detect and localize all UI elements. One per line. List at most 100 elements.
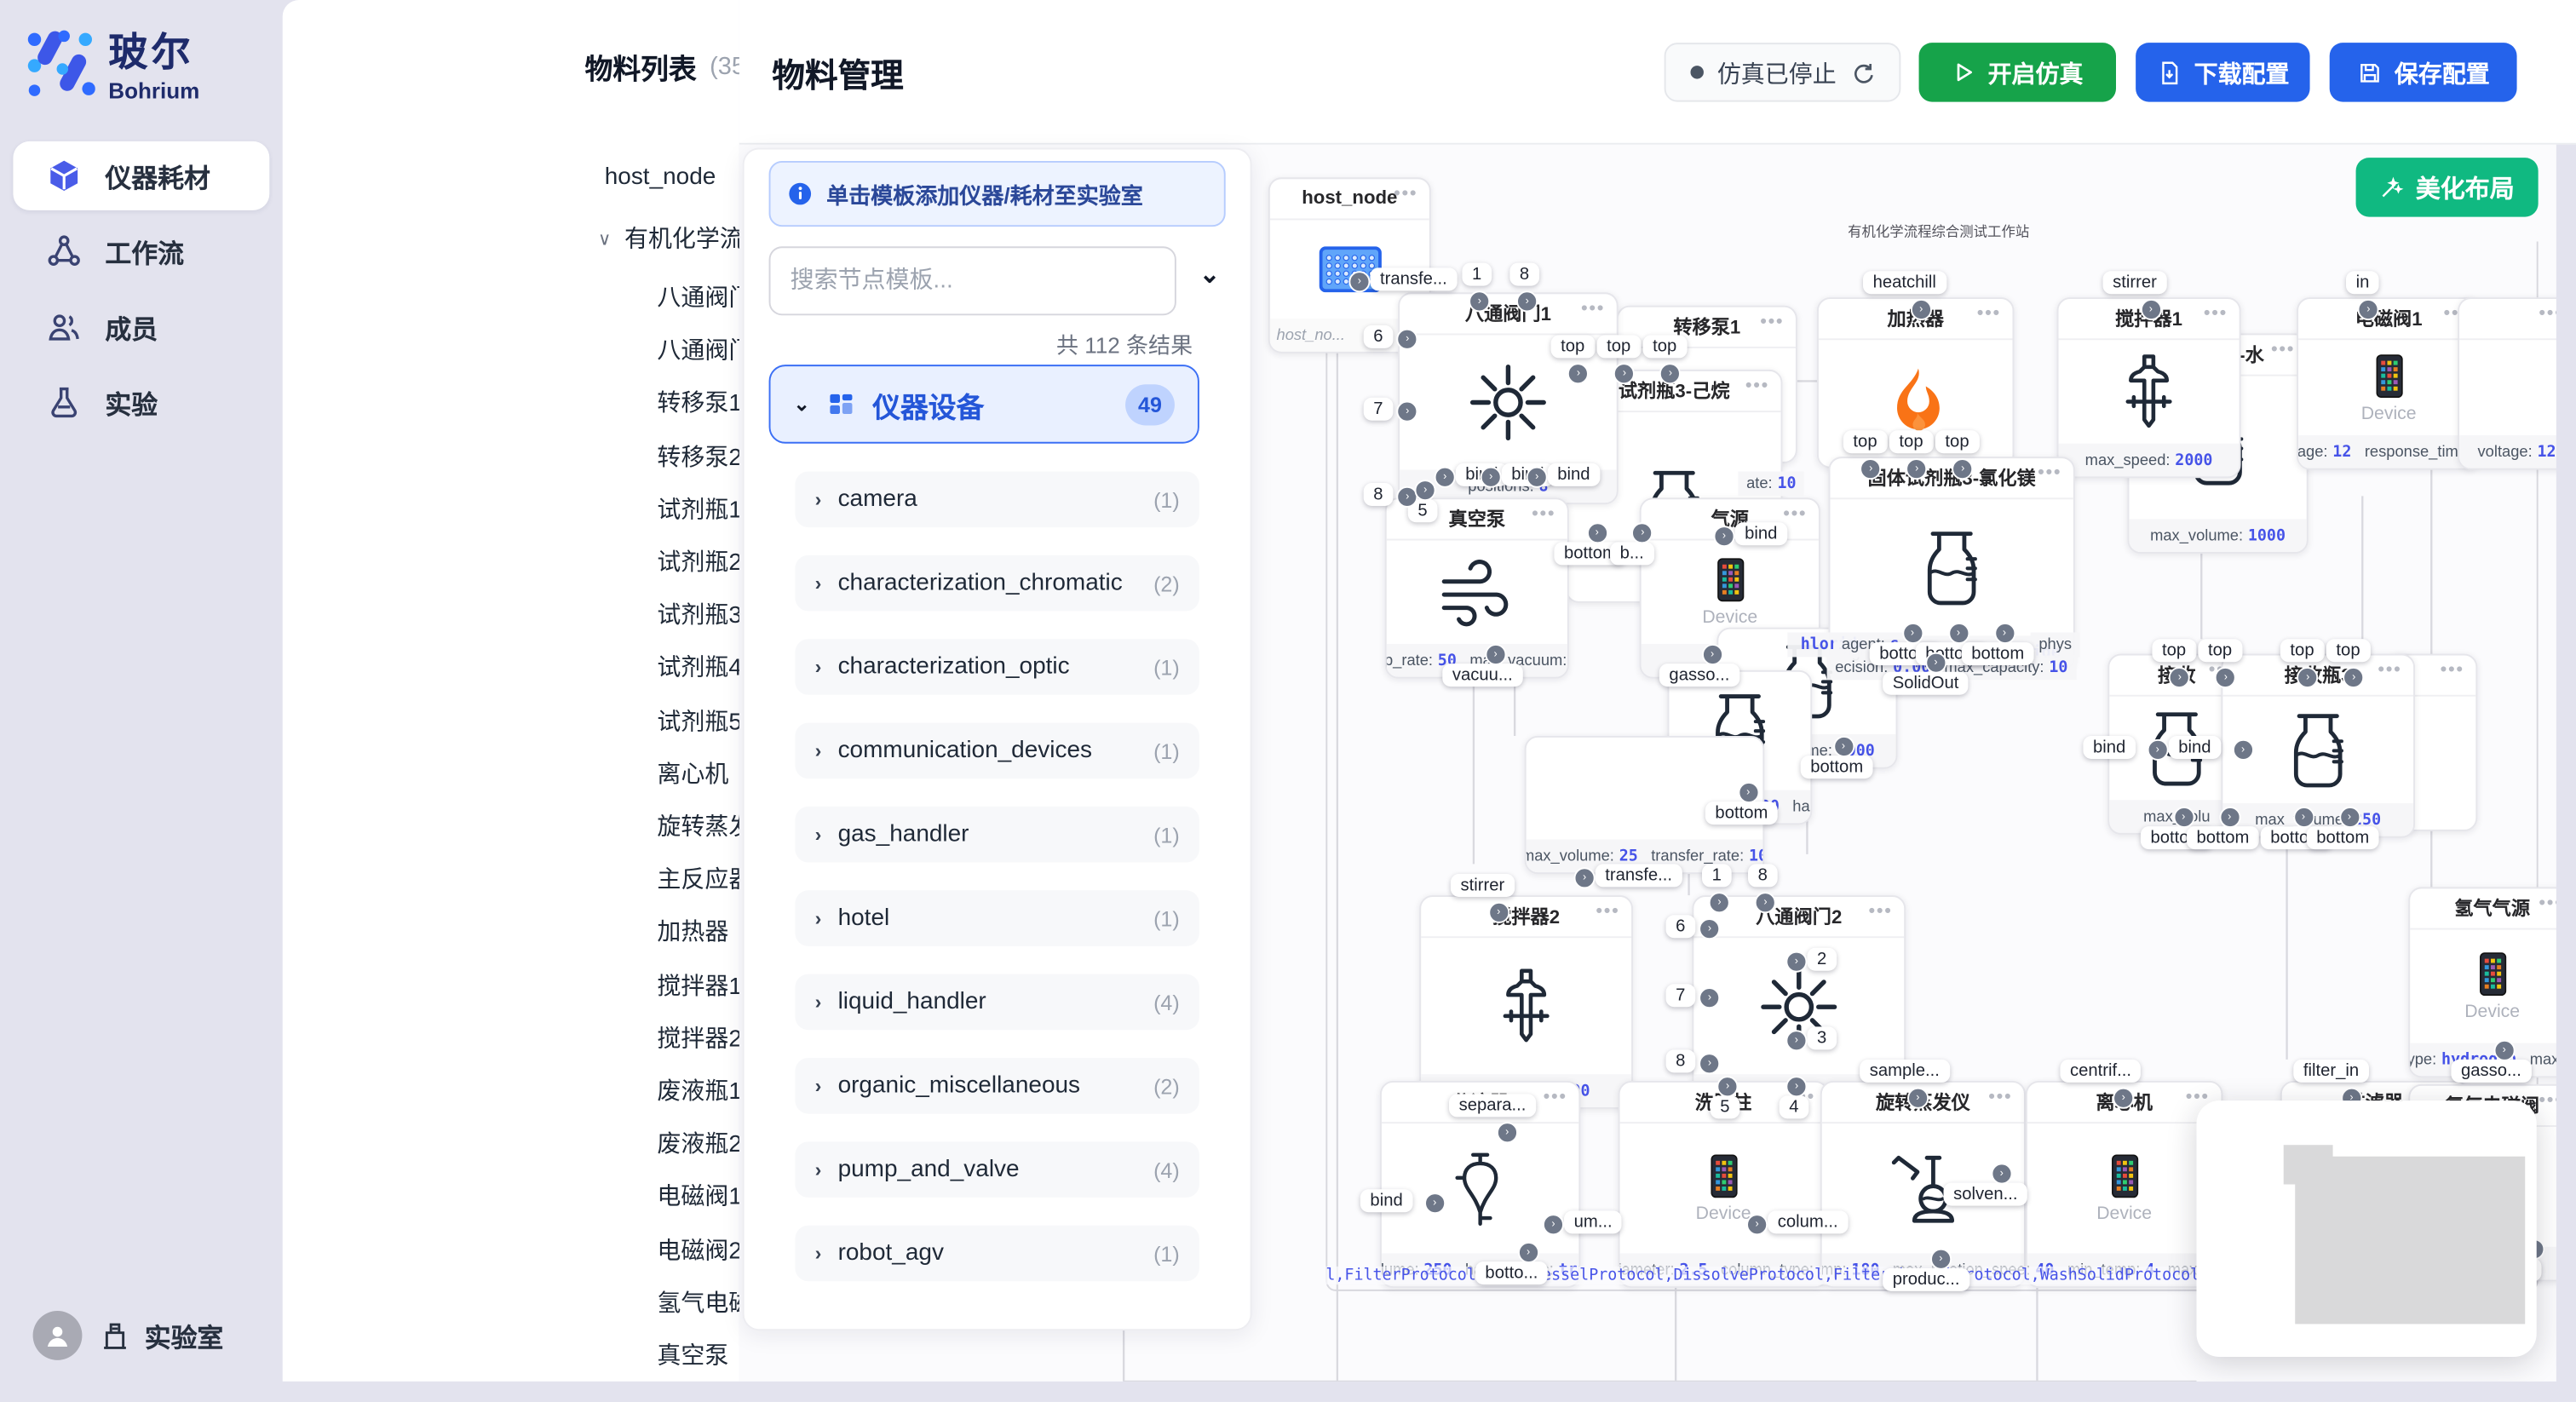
port-handle-icon[interactable]: › bbox=[1709, 892, 1730, 913]
tree-item[interactable]: 转移泵2 bbox=[657, 438, 741, 473]
node-menu-icon[interactable]: ••• bbox=[2271, 340, 2295, 359]
port-4[interactable]: 4 bbox=[1780, 1095, 1808, 1118]
port-gasso[interactable]: gasso... bbox=[2451, 1060, 2531, 1083]
port-transfe[interactable]: transfe... bbox=[1596, 864, 1682, 887]
node-menu-icon[interactable]: ••• bbox=[1977, 304, 2001, 324]
port-3[interactable]: 3 bbox=[1807, 1026, 1836, 1049]
port-centrif[interactable]: centrif... bbox=[2060, 1060, 2141, 1083]
chevron-down-icon[interactable]: ⌄ bbox=[1199, 260, 1220, 290]
save-config-button[interactable]: 保存配置 bbox=[2330, 43, 2517, 101]
node-menu-icon[interactable]: ••• bbox=[1394, 184, 1417, 204]
tree-item[interactable]: 转移泵1 bbox=[657, 385, 741, 419]
port-stirrer[interactable]: stirrer bbox=[2103, 271, 2167, 294]
port-top[interactable]: top bbox=[1643, 335, 1687, 358]
node-menu-icon[interactable]: ••• bbox=[1532, 504, 1555, 524]
node-menu-icon[interactable]: ••• bbox=[1596, 902, 1619, 922]
port-bottom[interactable]: bottom bbox=[1962, 642, 2034, 665]
port-top[interactable]: top bbox=[1889, 430, 1933, 453]
tree-item[interactable]: 离心机 bbox=[657, 756, 728, 790]
port-separa[interactable]: separa... bbox=[1449, 1094, 1536, 1117]
port-handle-icon[interactable]: › bbox=[1574, 867, 1596, 888]
node-menu-icon[interactable]: ••• bbox=[1760, 312, 1784, 331]
tree-item[interactable]: 加热器 bbox=[657, 914, 728, 948]
port-handle-icon[interactable]: › bbox=[1994, 623, 2015, 644]
port-produc[interactable]: produc... bbox=[1883, 1268, 1969, 1291]
port-top[interactable]: top bbox=[1551, 335, 1595, 358]
port-1[interactable]: 1 bbox=[1702, 864, 1731, 887]
sidebar-footer[interactable]: 实验室 bbox=[0, 1298, 283, 1374]
node-menu-icon[interactable]: ••• bbox=[2204, 304, 2228, 324]
sim-status-badge[interactable]: 仿真已停止 bbox=[1665, 43, 1901, 101]
sidebar-item-workflow[interactable]: 工作流 bbox=[13, 217, 269, 286]
node-真空泵[interactable]: 真空泵•••pump_rate:50max_vacuum:0.1 bbox=[1385, 497, 1569, 678]
port-7[interactable]: 7 bbox=[1364, 398, 1393, 421]
template-category-camera[interactable]: ›camera(1) bbox=[795, 471, 1199, 527]
port-heatchill[interactable]: heatchill bbox=[1863, 271, 1946, 294]
port-7[interactable]: 7 bbox=[1666, 984, 1695, 1007]
port-handle-icon[interactable]: › bbox=[1435, 467, 1456, 488]
port-top[interactable]: top bbox=[2280, 639, 2324, 662]
sidebar-item-experiments[interactable]: 实验 bbox=[13, 368, 269, 437]
port-top[interactable]: top bbox=[1843, 430, 1887, 453]
port-5[interactable]: 5 bbox=[1711, 1095, 1739, 1118]
port-top[interactable]: top bbox=[2326, 639, 2370, 662]
start-simulation-button[interactable]: 开启仿真 bbox=[1919, 43, 2116, 101]
port-handle-icon[interactable]: › bbox=[1497, 1122, 1518, 1143]
port-bind[interactable]: bind bbox=[1735, 522, 1787, 545]
port-handle-icon[interactable]: › bbox=[1527, 467, 1548, 488]
port-handle-icon[interactable]: › bbox=[1785, 1030, 1807, 1051]
port-handle-icon[interactable]: › bbox=[1738, 782, 1759, 803]
port-handle-icon[interactable]: › bbox=[1348, 271, 1370, 292]
port-SolidOut[interactable]: SolidOut bbox=[1883, 672, 1969, 695]
port-handle-icon[interactable]: › bbox=[1785, 951, 1807, 973]
template-category-communication_devices[interactable]: ›communication_devices(1) bbox=[795, 723, 1199, 779]
port-handle-icon[interactable]: › bbox=[2293, 807, 2314, 828]
port-8[interactable]: 8 bbox=[1364, 483, 1393, 506]
port-handle-icon[interactable]: › bbox=[1485, 644, 1506, 665]
port-top[interactable]: top bbox=[2152, 639, 2195, 662]
port-handle-icon[interactable]: › bbox=[2113, 1088, 2134, 1109]
port-8[interactable]: 8 bbox=[1748, 864, 1777, 887]
port-handle-icon[interactable]: › bbox=[2233, 739, 2254, 761]
port-2[interactable]: 2 bbox=[1807, 948, 1836, 971]
template-category-robot_agv[interactable]: ›robot_agv(1) bbox=[795, 1226, 1199, 1282]
port-bind[interactable]: bind bbox=[1360, 1189, 1412, 1212]
node-menu-icon[interactable]: ••• bbox=[2378, 660, 2401, 680]
port-handle-icon[interactable]: › bbox=[1702, 644, 1723, 665]
port-handle-icon[interactable]: › bbox=[1717, 1076, 1739, 1097]
port-b[interactable]: b... bbox=[1610, 542, 1653, 565]
port-6[interactable]: 6 bbox=[1666, 915, 1695, 938]
port-bind[interactable]: bind bbox=[2169, 736, 2221, 759]
port-handle-icon[interactable]: › bbox=[1907, 1088, 1929, 1109]
node-menu-icon[interactable]: ••• bbox=[2038, 463, 2061, 483]
port-transfe[interactable]: transfe... bbox=[1370, 267, 1457, 290]
port-bottom[interactable]: bottom bbox=[2187, 826, 2259, 849]
search-input[interactable] bbox=[769, 246, 1176, 315]
port-um[interactable]: um... bbox=[1564, 1210, 1622, 1233]
tree-item[interactable]: 废液瓶1 bbox=[657, 1072, 741, 1107]
port-bottom[interactable]: bottom bbox=[2307, 826, 2379, 849]
tree-item[interactable]: 主反应器 bbox=[657, 861, 752, 895]
port-handle-icon[interactable]: › bbox=[1516, 290, 1538, 312]
node-menu-icon[interactable]: ••• bbox=[1745, 376, 1769, 396]
tree-item[interactable]: 电磁阀1 bbox=[657, 1179, 741, 1214]
tree-item[interactable]: 搅拌器1 bbox=[657, 967, 741, 1002]
template-category-characterization_chromatic[interactable]: ›characterization_chromatic(2) bbox=[795, 555, 1199, 612]
port-handle-icon[interactable]: › bbox=[1586, 522, 1607, 543]
port-bottom[interactable]: bottom bbox=[1705, 802, 1778, 825]
port-handle-icon[interactable]: › bbox=[1925, 652, 1946, 674]
node-menu-icon[interactable]: ••• bbox=[1783, 504, 1807, 524]
port-handle-icon[interactable]: › bbox=[1991, 1163, 2012, 1184]
port-8[interactable]: 8 bbox=[1666, 1049, 1695, 1072]
sidebar-item-instruments[interactable]: 仪器耗材 bbox=[13, 141, 269, 210]
port-handle-icon[interactable]: › bbox=[1930, 1249, 1952, 1270]
port-handle-icon[interactable]: › bbox=[1415, 480, 1436, 501]
port-bind[interactable]: bind bbox=[1548, 463, 1600, 486]
port-top[interactable]: top bbox=[1597, 335, 1641, 358]
port-handle-icon[interactable]: › bbox=[1948, 623, 1969, 644]
port-handle-icon[interactable]: › bbox=[1518, 1242, 1539, 1263]
port-handle-icon[interactable]: › bbox=[1713, 526, 1734, 547]
node-menu-icon[interactable]: ••• bbox=[1544, 1088, 1567, 1107]
tree-item[interactable]: 搅拌器2 bbox=[657, 1020, 741, 1054]
port-gasso[interactable]: gasso... bbox=[1659, 664, 1739, 687]
